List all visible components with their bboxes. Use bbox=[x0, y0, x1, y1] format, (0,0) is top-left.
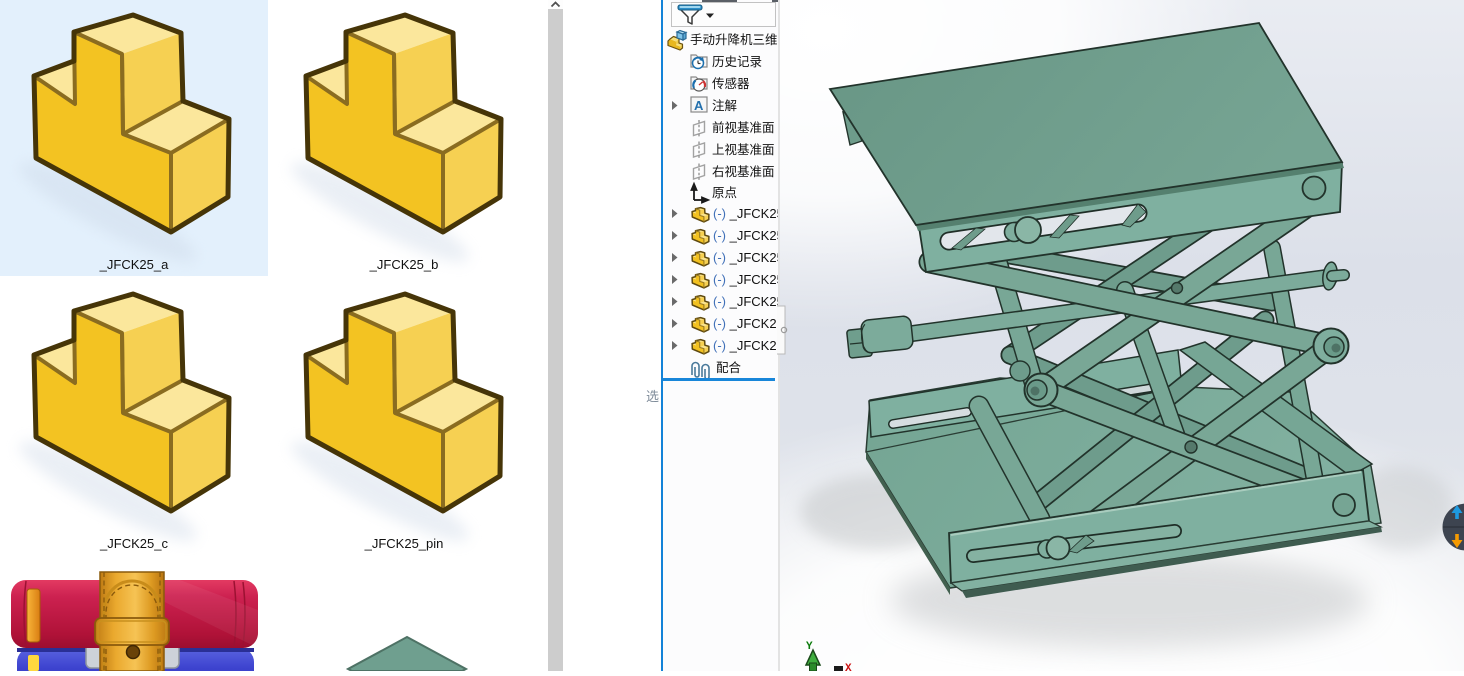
svg-text:上视基准面: 上视基准面 bbox=[712, 142, 775, 157]
svg-text:(-) _JFCK25: (-) _JFCK25 bbox=[713, 272, 780, 287]
svg-text:手动升降机三维: 手动升降机三维 bbox=[690, 33, 778, 47]
svg-text:(-) _JFCK25: (-) _JFCK25 bbox=[713, 250, 780, 265]
svg-text:历史记录: 历史记录 bbox=[712, 55, 762, 69]
svg-text:_JFCK25_a: _JFCK25_a bbox=[99, 257, 169, 272]
svg-text:传感器: 传感器 bbox=[712, 76, 750, 91]
svg-text:(-) _JFCK25: (-) _JFCK25 bbox=[713, 294, 780, 309]
svg-text:A: A bbox=[694, 98, 704, 113]
svg-text:原点: 原点 bbox=[712, 186, 737, 200]
svg-text:(-) _JFCK25: (-) _JFCK25 bbox=[713, 338, 780, 353]
svg-text:(-) _JFCK25: (-) _JFCK25 bbox=[713, 228, 780, 243]
svg-text:右视基准面: 右视基准面 bbox=[712, 164, 775, 179]
svg-text:_JFCK25_c: _JFCK25_c bbox=[99, 536, 168, 551]
svg-text:(-) _JFCK25: (-) _JFCK25 bbox=[713, 206, 780, 221]
svg-text:(-) _JFCK25: (-) _JFCK25 bbox=[713, 316, 780, 331]
svg-text:X: X bbox=[845, 663, 852, 671]
svg-text:配合: 配合 bbox=[716, 360, 742, 375]
svg-text:_JFCK25_pin: _JFCK25_pin bbox=[364, 536, 444, 551]
svg-text:_JFCK25_b: _JFCK25_b bbox=[369, 257, 439, 272]
svg-text:前视基准面: 前视基准面 bbox=[712, 120, 775, 135]
svg-text:注解: 注解 bbox=[712, 98, 737, 113]
